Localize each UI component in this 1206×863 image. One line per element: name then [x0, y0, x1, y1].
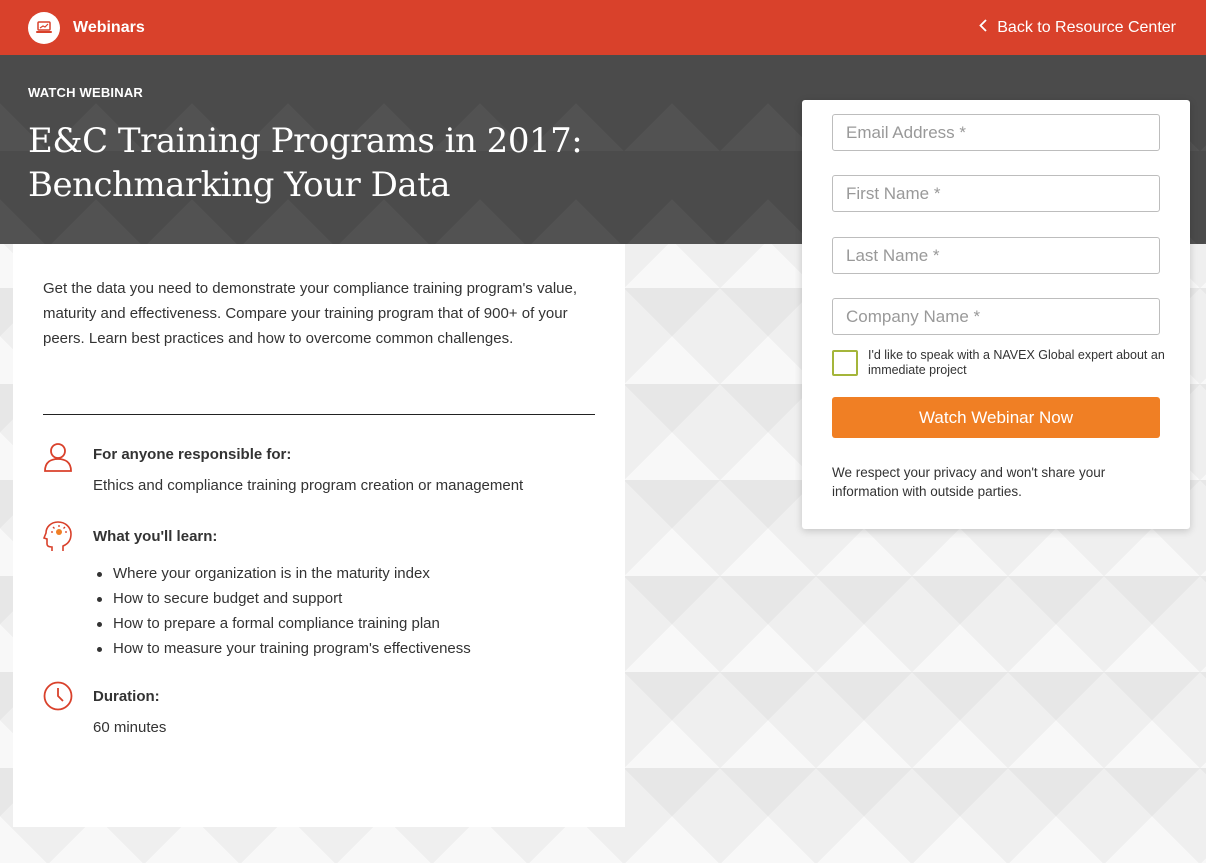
learn-section: What you'll learn: Where your organizati…	[42, 521, 603, 661]
person-icon	[43, 442, 73, 474]
back-link-label: Back to Resource Center	[997, 18, 1176, 36]
webinar-details-card: Get the data you need to demonstrate you…	[13, 244, 625, 827]
duration-text: 60 minutes	[93, 719, 167, 736]
title-line-2: Benchmarking Your Data	[28, 165, 451, 205]
chevron-left-icon	[979, 18, 987, 37]
title-line-1: E&C Training Programs in 2017:	[28, 121, 583, 161]
first-name-field[interactable]	[832, 175, 1160, 212]
back-to-resource-center-link[interactable]: Back to Resource Center	[979, 19, 1176, 37]
speak-with-expert-checkbox[interactable]	[832, 350, 858, 376]
audience-text: Ethics and compliance training program c…	[93, 477, 524, 494]
list-item: How to secure budget and support	[95, 586, 471, 611]
registration-form: I'd like to speak with a NAVEX Global ex…	[802, 100, 1190, 529]
last-name-field[interactable]	[832, 237, 1160, 274]
laptop-icon	[28, 11, 60, 44]
duration-section: Duration: 60 minutes	[43, 681, 603, 741]
learn-heading: What you'll learn:	[93, 528, 218, 545]
duration-heading: Duration:	[93, 688, 160, 705]
brand-label: Webinars	[73, 18, 145, 36]
company-name-field[interactable]	[832, 298, 1160, 335]
audience-heading: For anyone responsible for:	[93, 446, 292, 463]
email-field[interactable]	[832, 114, 1160, 151]
learn-list: Where your organization is in the maturi…	[95, 561, 471, 661]
head-lightbulb-icon	[42, 521, 73, 553]
list-item: Where your organization is in the maturi…	[95, 561, 471, 586]
checkbox-label: I'd like to speak with a NAVEX Global ex…	[868, 348, 1165, 377]
list-item: How to prepare a formal compliance train…	[95, 611, 471, 636]
intro-text: Get the data you need to demonstrate you…	[43, 280, 578, 347]
page-title: E&C Training Programs in 2017: Benchmark…	[28, 119, 748, 207]
eyebrow-label: WATCH WEBINAR	[28, 85, 144, 100]
brand[interactable]: Webinars	[28, 11, 145, 44]
watch-webinar-button[interactable]: Watch Webinar Now	[832, 397, 1160, 438]
clock-icon	[43, 681, 73, 713]
divider	[43, 414, 595, 415]
top-bar: Webinars Back to Resource Center	[0, 0, 1206, 55]
audience-section: For anyone responsible for: Ethics and c…	[43, 442, 603, 502]
list-item: How to measure your training program's e…	[95, 636, 471, 661]
privacy-notice: We respect your privacy and won't share …	[832, 465, 1106, 499]
